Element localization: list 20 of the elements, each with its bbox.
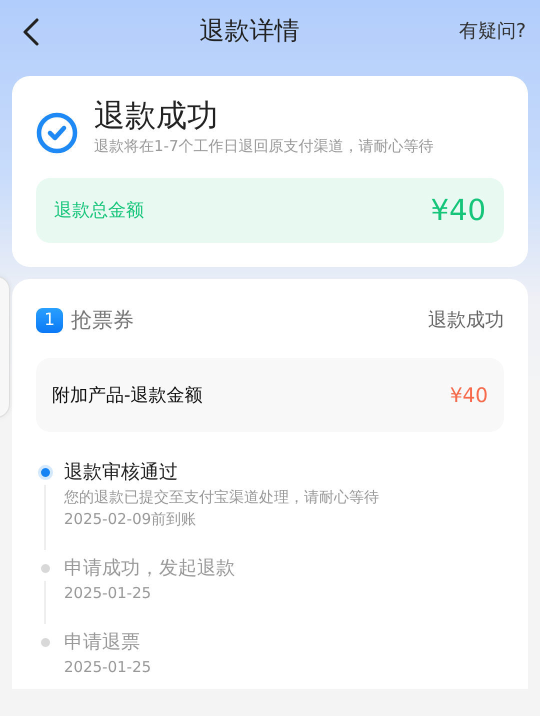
check-circle-icon: [36, 112, 78, 154]
status-note: 退款将在1-7个工作日退回原支付渠道，请耐心等待: [94, 136, 434, 158]
back-icon[interactable]: [22, 16, 40, 46]
amount-label: 附加产品-退款金额: [52, 384, 202, 408]
index-tag: 1: [36, 308, 63, 333]
amount-value: ¥40: [450, 382, 488, 410]
help-link[interactable]: 有疑问?: [458, 16, 526, 46]
total-label: 退款总金额: [54, 198, 144, 223]
product-name: 抢票券: [71, 306, 134, 334]
step-detail: 2025-02-09前到账: [64, 509, 198, 530]
step-detail: 2025-01-25: [64, 583, 152, 604]
refund-state: 退款成功: [428, 308, 504, 334]
page-title: 退款详情: [199, 15, 300, 48]
step-title: 申请退票: [64, 630, 141, 656]
step-detail: 2025-01-25: [64, 657, 152, 678]
step-title: 申请成功，发起退款: [64, 556, 235, 582]
step-detail: 您的退款已提交至支付宝渠道处理，请耐心等待: [64, 487, 379, 508]
total-amount: ¥40: [430, 196, 486, 225]
status-title: 退款成功: [94, 98, 219, 136]
step-title: 退款审核通过: [64, 460, 179, 486]
